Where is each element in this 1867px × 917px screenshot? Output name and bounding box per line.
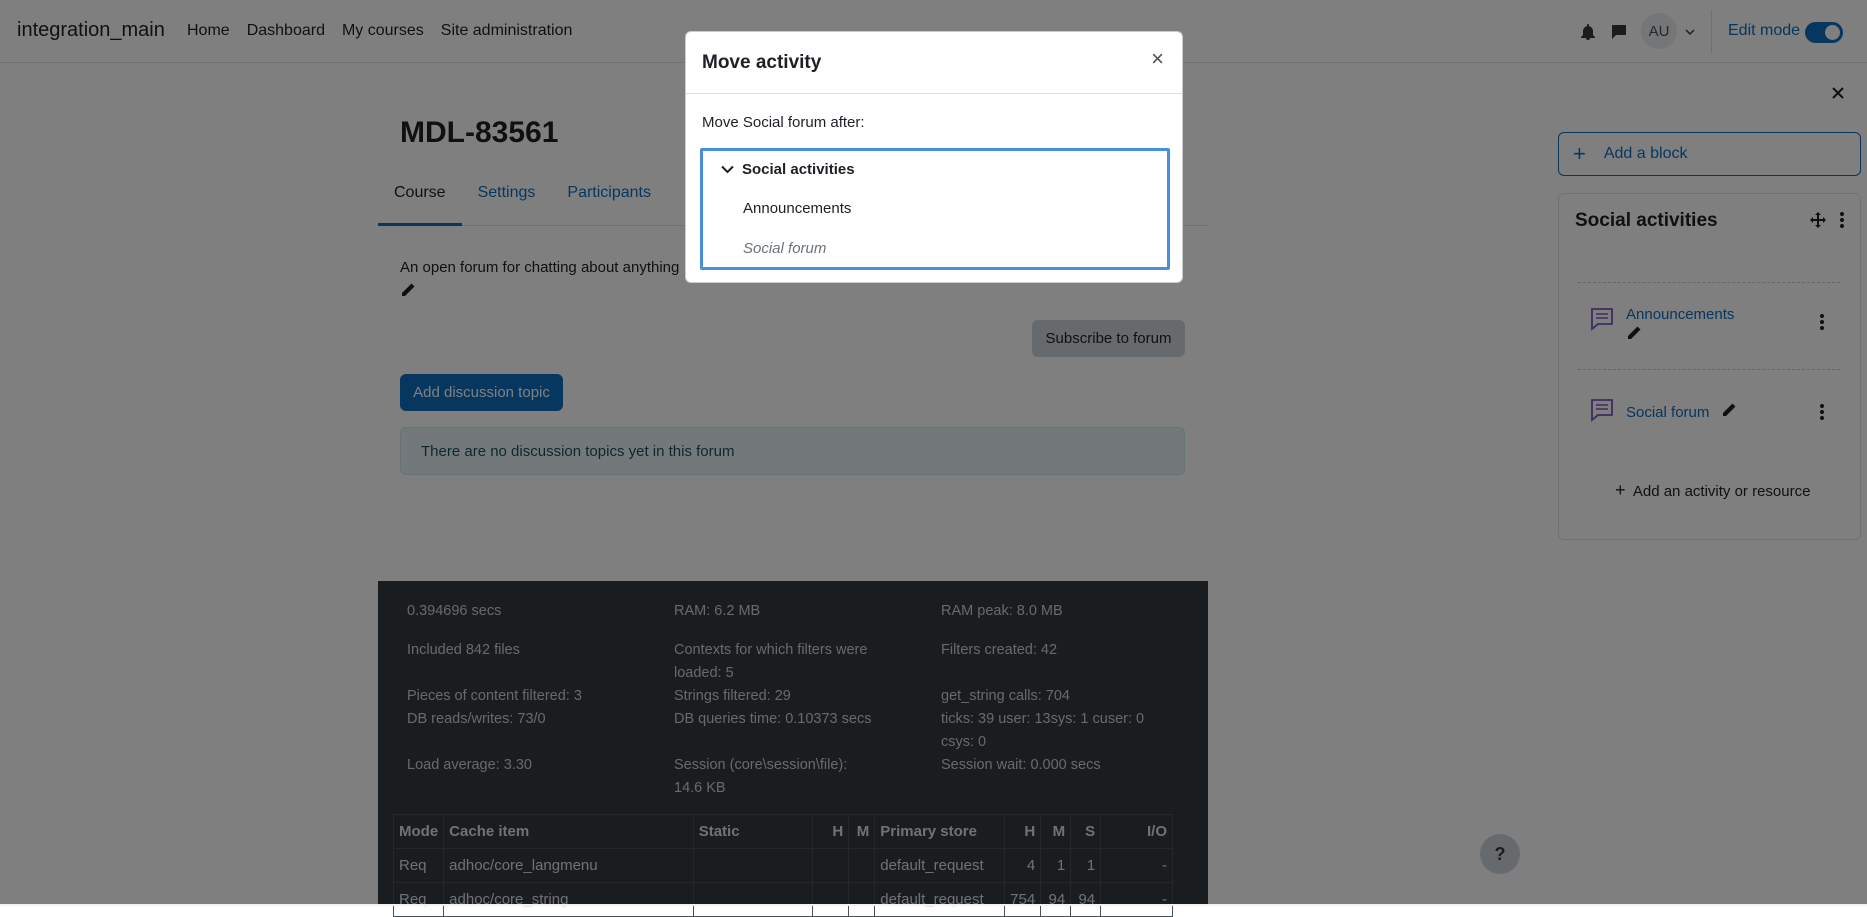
destination-tree[interactable]: Social activities Announcements Social f…: [700, 148, 1170, 270]
tree-item-announcements[interactable]: Announcements: [743, 200, 851, 217]
move-activity-dialog: Move activity × Move Social forum after:…: [685, 31, 1183, 283]
chevron-down-icon[interactable]: [721, 165, 734, 174]
tree-section-social-activities[interactable]: Social activities: [721, 161, 855, 178]
close-icon[interactable]: ×: [1151, 48, 1164, 70]
modal-header: Move activity ×: [686, 32, 1182, 94]
tree-item-social-forum: Social forum: [743, 240, 827, 257]
modal-title: Move activity: [702, 52, 822, 73]
move-prompt: Move Social forum after:: [702, 114, 865, 131]
tree-section-label: Social activities: [742, 161, 855, 178]
